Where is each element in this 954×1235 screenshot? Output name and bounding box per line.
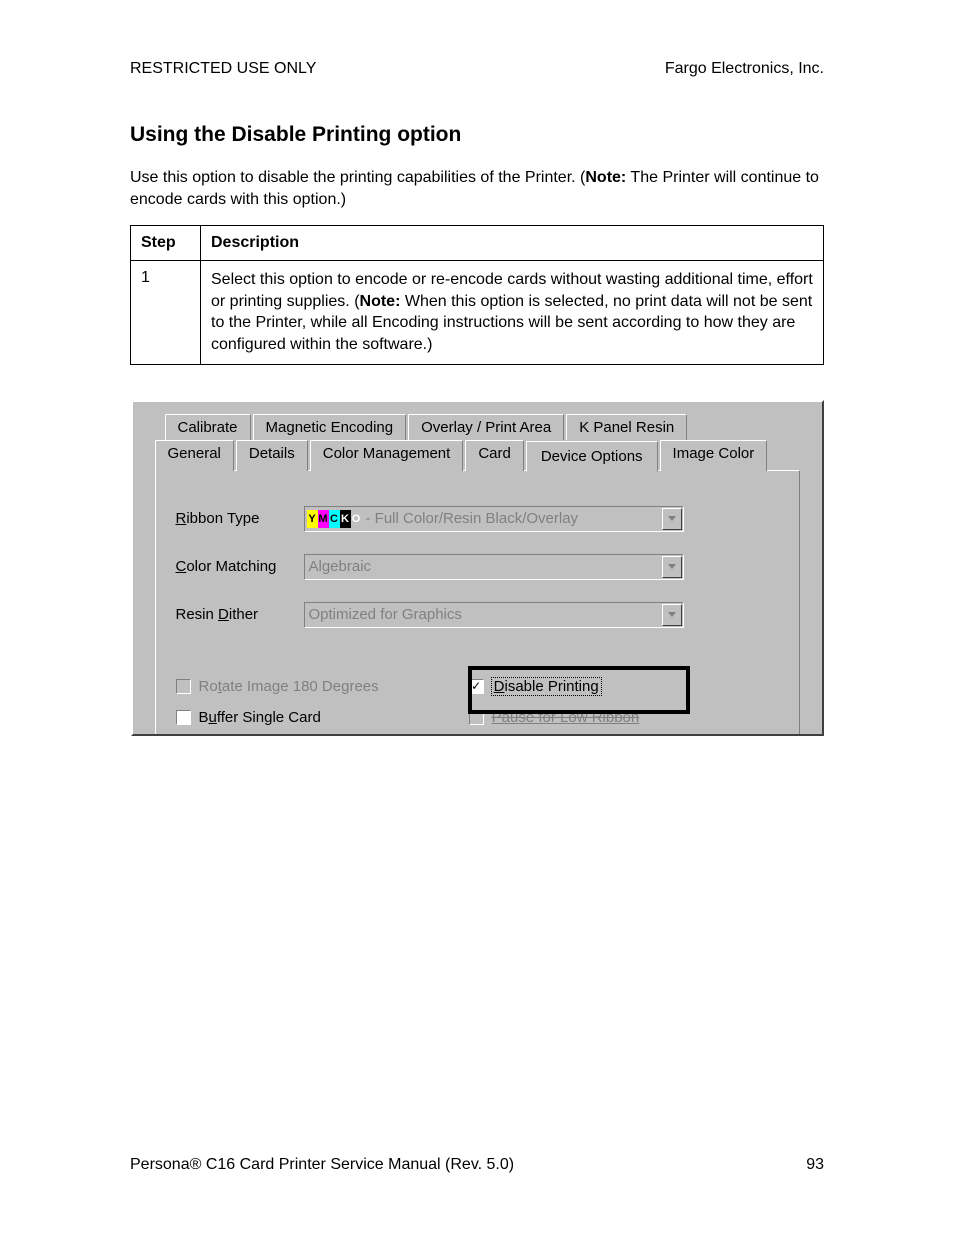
chevron-down-icon [668, 564, 676, 569]
checkbox-icon [176, 679, 191, 694]
page-footer: Persona® C16 Card Printer Service Manual… [130, 1156, 824, 1174]
chevron-down-icon [668, 612, 676, 617]
combo-dither-value: Optimized for Graphics [305, 606, 661, 623]
row-resin-dither: Resin Dither Optimized for Graphics [176, 602, 779, 628]
header-left: RESTRICTED USE ONLY [130, 60, 316, 78]
combo-ribbon-value: - Full Color/Resin Black/Overlay [362, 510, 661, 527]
table-row: 1 Select this option to encode or re-enc… [131, 261, 824, 364]
device-options-panel: Ribbon Type Y M C K O - Full Color/Resin… [155, 470, 800, 734]
label-resin-dither: Resin Dither [176, 606, 304, 623]
combo-color-value: Algebraic [305, 558, 661, 575]
check-disable-printing[interactable]: ✓ Disable Printing [469, 678, 640, 695]
tab-row-top: Calibrate Magnetic Encoding Overlay / Pr… [165, 414, 800, 440]
row-color-matching: Color Matching Algebraic [176, 554, 779, 580]
steps-table: Step Description 1 Select this option to… [130, 225, 824, 364]
tab-details[interactable]: Details [236, 440, 308, 471]
step-number: 1 [131, 261, 201, 364]
tab-card[interactable]: Card [465, 440, 524, 471]
intro-note-bold: Note: [585, 169, 626, 186]
row-ribbon-type: Ribbon Type Y M C K O - Full Color/Resin… [176, 506, 779, 532]
checkbox-icon [469, 710, 484, 725]
combo-ribbon-type[interactable]: Y M C K O - Full Color/Resin Black/Overl… [304, 506, 684, 532]
tab-color-management[interactable]: Color Management [310, 440, 464, 471]
step-desc: Select this option to encode or re-encod… [201, 261, 824, 364]
combo-color-matching[interactable]: Algebraic [304, 554, 684, 580]
desc-note-bold: Note: [360, 293, 401, 310]
col-desc: Description [201, 226, 824, 261]
intro-pre: Use this option to disable the printing … [130, 169, 585, 186]
label-color-matching: Color Matching [176, 558, 304, 575]
col-step: Step [131, 226, 201, 261]
footer-left: Persona® C16 Card Printer Service Manual… [130, 1156, 514, 1174]
ribbon-letters-icon: Y M C K O [307, 510, 362, 528]
page-title: Using the Disable Printing option [130, 123, 824, 147]
footer-pagenum: 93 [806, 1156, 824, 1174]
tab-image-color[interactable]: Image Color [660, 440, 768, 471]
checkbox-grid: Rotate Image 180 Degrees Buffer Single C… [176, 650, 779, 726]
tab-device-options[interactable]: Device Options [526, 441, 658, 472]
label-ribbon-type: Ribbon Type [176, 510, 304, 527]
check-pause-label: Pause for Low Ribbon [492, 709, 640, 726]
dropdown-button[interactable] [662, 604, 682, 626]
check-disable-label: Disable Printing [492, 678, 601, 695]
tab-overlay-print-area[interactable]: Overlay / Print Area [408, 414, 564, 440]
dropdown-button[interactable] [662, 556, 682, 578]
dialog-screenshot: Calibrate Magnetic Encoding Overlay / Pr… [130, 400, 824, 736]
intro-paragraph: Use this option to disable the printing … [130, 167, 824, 210]
tab-magnetic-encoding[interactable]: Magnetic Encoding [253, 414, 407, 440]
check-pause-low-ribbon[interactable]: Pause for Low Ribbon [469, 709, 640, 726]
tab-row-bottom: General Details Color Management Card De… [155, 440, 800, 471]
header-right: Fargo Electronics, Inc. [665, 60, 824, 78]
combo-resin-dither[interactable]: Optimized for Graphics [304, 602, 684, 628]
check-rotate-180[interactable]: Rotate Image 180 Degrees [176, 678, 379, 695]
checkbox-icon [176, 710, 191, 725]
tab-k-panel-resin[interactable]: K Panel Resin [566, 414, 687, 440]
check-buffer-single-card[interactable]: Buffer Single Card [176, 709, 379, 726]
chevron-down-icon [668, 516, 676, 521]
check-rotate-label: Rotate Image 180 Degrees [199, 678, 379, 695]
check-buffer-label: Buffer Single Card [199, 709, 321, 726]
page-header: RESTRICTED USE ONLY Fargo Electronics, I… [130, 60, 824, 78]
tab-calibrate[interactable]: Calibrate [165, 414, 251, 440]
checkbox-checked-icon: ✓ [469, 679, 484, 694]
tab-general[interactable]: General [155, 440, 234, 471]
dropdown-button[interactable] [662, 508, 682, 530]
